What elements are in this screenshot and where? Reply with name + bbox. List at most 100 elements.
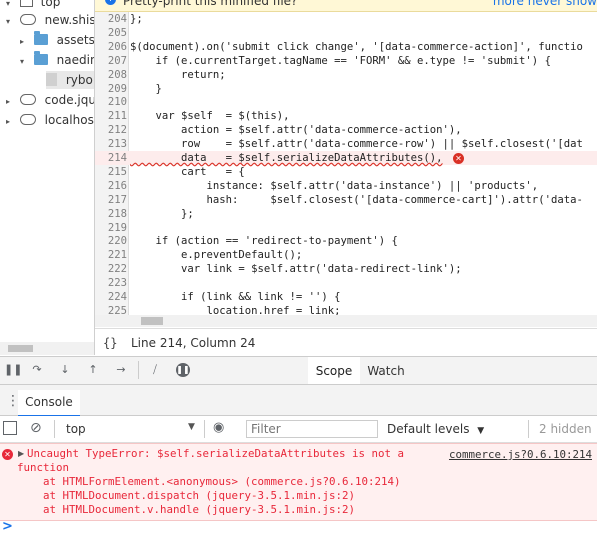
context-select[interactable]: top: [66, 422, 86, 436]
tab-console[interactable]: Console: [18, 390, 80, 417]
code-line: $(document).on('submit click change', '[…: [130, 40, 583, 53]
error-source-link[interactable]: commerce.js?0.6.10:214: [449, 448, 592, 461]
clear-console-icon[interactable]: ⊘: [30, 421, 42, 435]
editor-status-bar: {} Line 214, Column 24: [95, 328, 597, 357]
tree-item-code-jquery[interactable]: ▸ code.jque: [6, 91, 94, 111]
line-number[interactable]: 223: [95, 277, 127, 289]
line-number[interactable]: 207: [95, 55, 127, 67]
drawer-tabbar: ⋮ Console: [0, 390, 597, 417]
pretty-print-button[interactable]: {}: [103, 336, 117, 350]
stack-frame[interactable]: at HTMLDocument.v.handle (jquery-3.5.1.m…: [17, 503, 355, 516]
tree-item-naedine[interactable]: ▾ naedine: [20, 51, 94, 71]
error-message-line: function: [17, 461, 70, 474]
chevron-down-icon[interactable]: ▾: [6, 13, 16, 31]
deactivate-breakpoints-icon[interactable]: ⧸: [148, 363, 162, 377]
tree-item-label: top: [40, 0, 61, 9]
line-number[interactable]: 222: [95, 263, 127, 275]
log-levels-dropdown[interactable]: Default levels ▼: [387, 422, 484, 436]
line-number[interactable]: 209: [95, 83, 127, 95]
code-line: if (e.currentTarget.tagName == 'FORM' &&…: [130, 54, 551, 67]
console-prompt[interactable]: >: [2, 519, 13, 534]
line-number[interactable]: 210: [95, 96, 127, 108]
line-number[interactable]: 206: [95, 41, 127, 53]
step-out-icon[interactable]: ↑: [86, 363, 100, 377]
line-number[interactable]: 213: [95, 138, 127, 150]
line-number[interactable]: 218: [95, 208, 127, 220]
tree-item-label: rybol: [65, 73, 95, 87]
step-over-icon[interactable]: ↷: [30, 363, 44, 377]
scrollbar-thumb[interactable]: [141, 317, 163, 325]
tree-item-rybol[interactable]: rybol: [46, 71, 94, 89]
console-error-message[interactable]: ✕ ▶ Uncaught TypeError: $self.serializeD…: [0, 443, 597, 521]
line-number[interactable]: 208: [95, 69, 127, 81]
chevron-down-icon[interactable]: ▾: [20, 53, 30, 71]
sidebar-toggle-icon[interactable]: [3, 421, 17, 435]
cloud-icon: [19, 114, 36, 125]
chevron-right-icon[interactable]: ▸: [6, 113, 16, 131]
tree-item-label: localhost: [44, 113, 95, 127]
frame-icon: [19, 0, 33, 7]
tree-item-localhost[interactable]: ▸ localhost: [6, 111, 95, 131]
line-number[interactable]: 216: [95, 180, 127, 192]
code-line: var $self = $(this),: [130, 110, 290, 123]
pause-on-exceptions-icon[interactable]: ❚❚: [176, 363, 190, 377]
tree-item-new-shish[interactable]: ▾ new.shish: [6, 11, 95, 31]
file-navigator: ▾ top ▾ new.shish ▸ assets ▾ naedine ryb…: [0, 0, 95, 355]
code-line: return;: [130, 68, 226, 81]
debugger-toolbar: ❚❚ ↷ ↓ ↑ → ⧸ ❚❚ Scope Watch: [0, 356, 597, 387]
console-toolbar: ⊘ top ▼ ◉ Default levels ▼ 2 hidden: [0, 416, 597, 443]
expand-triangle-icon[interactable]: ▶: [18, 449, 24, 458]
step-into-icon[interactable]: ↓: [58, 363, 72, 377]
tree-item-label: naedine: [56, 53, 94, 67]
editor-horizontal-scrollbar[interactable]: [95, 315, 597, 327]
error-message-line: Uncaught TypeError: $self.serializeDataA…: [27, 447, 405, 460]
code-line: hash: $self.closest('[data-commerce-cart…: [130, 193, 583, 206]
step-icon[interactable]: →: [114, 363, 128, 377]
code-line: location.href = link;: [130, 304, 341, 315]
tab-watch[interactable]: Watch: [362, 357, 410, 385]
tree-item-top[interactable]: ▾ top: [6, 0, 60, 11]
line-number[interactable]: 224: [95, 291, 127, 303]
line-number[interactable]: 211: [95, 110, 127, 122]
line-number[interactable]: 221: [95, 249, 127, 261]
info-icon: i: [105, 0, 116, 5]
cursor-position: Line 214, Column 24: [131, 336, 256, 350]
line-number[interactable]: 215: [95, 166, 127, 178]
chevron-right-icon[interactable]: ▸: [6, 93, 16, 111]
code-line: action = $self.attr('data-commerce-actio…: [130, 124, 462, 137]
folder-icon: [33, 51, 48, 65]
tree-item-assets[interactable]: ▸ assets: [20, 31, 94, 51]
inline-error-icon[interactable]: ✕: [453, 153, 464, 164]
eye-icon[interactable]: ◉: [213, 421, 224, 435]
horizontal-scrollbar[interactable]: [0, 342, 94, 355]
line-number[interactable]: 214: [95, 152, 127, 164]
scrollbar-thumb[interactable]: [8, 345, 33, 352]
line-number[interactable]: 225: [95, 305, 127, 315]
code-line: };: [130, 207, 194, 220]
error-icon: ✕: [2, 449, 13, 460]
line-number[interactable]: 205: [95, 27, 127, 39]
line-number[interactable]: 217: [95, 194, 127, 206]
stack-frame[interactable]: at HTMLDocument.dispatch (jquery-3.5.1.m…: [17, 489, 355, 502]
chevron-right-icon[interactable]: ▸: [20, 33, 30, 51]
code-line: var link = $self.attr('data-redirect-lin…: [130, 263, 462, 276]
line-number[interactable]: 212: [95, 124, 127, 136]
cloud-icon: [19, 94, 36, 105]
folder-icon: [33, 31, 48, 45]
infobar-links[interactable]: more never show: [493, 0, 597, 8]
hidden-messages-count: 2 hidden: [539, 422, 592, 436]
code-line: e.preventDefault();: [130, 249, 303, 262]
line-number[interactable]: 219: [95, 222, 127, 234]
chevron-down-icon[interactable]: ▼: [188, 422, 195, 432]
code-line: cart = {: [130, 165, 245, 178]
code-editor[interactable]: 204}; 205 206 $(document).on('submit click …: [95, 12, 597, 315]
tree-item-label: new.shish: [44, 13, 95, 27]
line-number[interactable]: 220: [95, 235, 127, 247]
stack-frame[interactable]: at HTMLFormElement.<anonymous> (commerce…: [17, 475, 401, 488]
pause-icon[interactable]: ❚❚: [4, 363, 22, 377]
line-number[interactable]: 204: [95, 13, 127, 25]
code-line: if (link && link != '') {: [130, 291, 341, 303]
console-filter-input[interactable]: [246, 420, 378, 438]
tab-scope[interactable]: Scope: [308, 357, 360, 387]
chevron-down-icon: ▼: [477, 426, 485, 436]
